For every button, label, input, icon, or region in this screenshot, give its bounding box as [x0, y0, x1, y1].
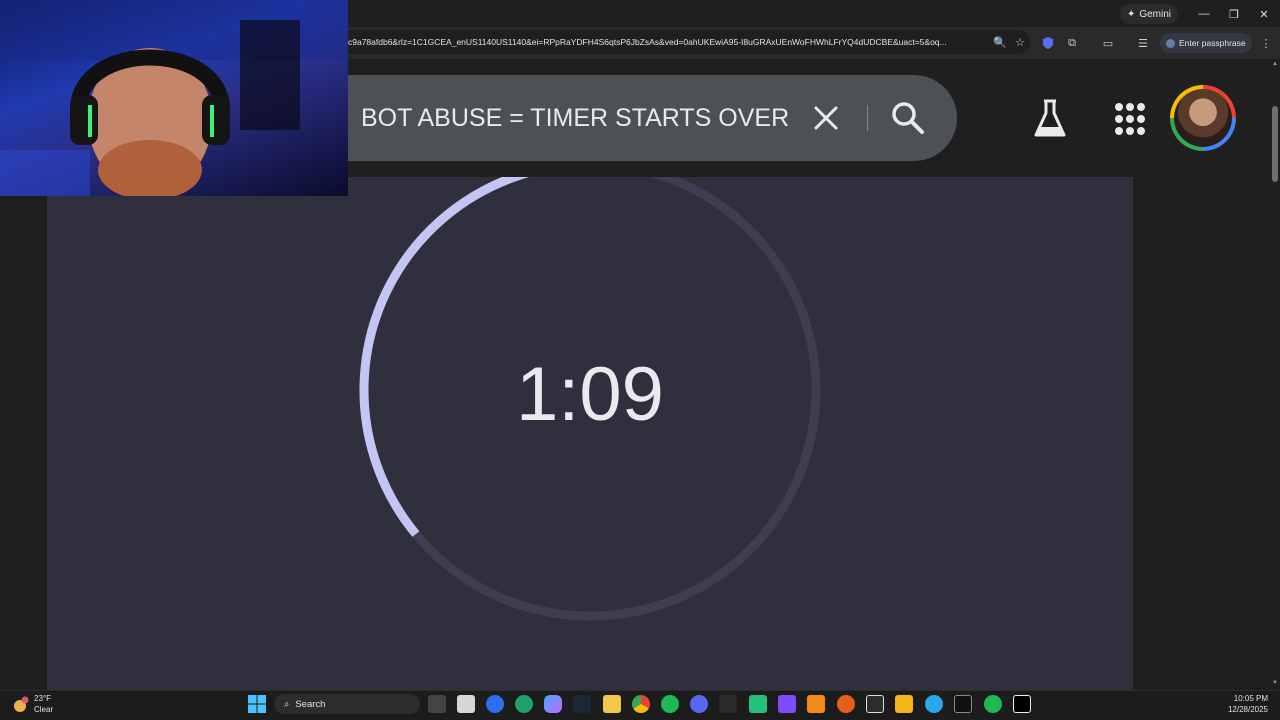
scrollbar-thumb[interactable]	[1272, 106, 1278, 182]
spotify-green-icon[interactable]	[984, 695, 1002, 713]
weather-icon	[14, 696, 29, 712]
weather-widget[interactable]: 23°F Clear	[12, 692, 92, 718]
more-icon[interactable]: ⋮	[1256, 33, 1276, 53]
avatar-image	[1174, 89, 1232, 147]
scroll-down-icon[interactable]: ▼	[1270, 678, 1280, 688]
profile-passphrase-button[interactable]: Enter passphrase	[1160, 33, 1252, 53]
search-icon: ⌕	[284, 698, 290, 710]
steam-icon[interactable]	[573, 695, 591, 713]
labs-icon[interactable]	[1030, 97, 1070, 141]
star-icon[interactable]: ☆	[1010, 36, 1030, 49]
sparkle-icon: ✦	[1126, 8, 1136, 20]
spotify-icon[interactable]	[661, 695, 679, 713]
webcam-feed	[0, 0, 348, 196]
meta-icon[interactable]	[486, 695, 504, 713]
task-view-icon[interactable]	[428, 695, 446, 713]
chrome-icon[interactable]	[632, 695, 650, 713]
store-icon[interactable]	[457, 695, 475, 713]
vlc-icon[interactable]	[807, 695, 825, 713]
close-window-button[interactable]: ✕	[1250, 4, 1278, 24]
rockstar-icon[interactable]	[895, 695, 913, 713]
discord-icon[interactable]	[690, 695, 708, 713]
reading-list-icon[interactable]: ☰	[1133, 33, 1153, 53]
weather-temp: 23°F	[34, 694, 51, 703]
profile-icon	[1166, 38, 1175, 48]
ghub-icon[interactable]	[719, 695, 737, 713]
url-text[interactable]: c9a78afdb6&rlz=1C1GCEA_enUS1140US1140&ei…	[340, 37, 990, 47]
app-purple-icon[interactable]	[778, 695, 796, 713]
minimize-button[interactable]: —	[1190, 4, 1218, 24]
extension-shield-icon[interactable]	[1038, 33, 1058, 53]
search-divider	[867, 105, 868, 131]
timer-widget: 1:09	[359, 177, 821, 621]
app-orange-icon[interactable]	[837, 695, 855, 713]
search-query[interactable]: BOT ABUSE = TIMER STARTS OVER	[361, 75, 789, 161]
timer-display: 1:09	[516, 352, 664, 437]
minimize-icon: —	[1198, 8, 1210, 20]
restore-button[interactable]: ❐	[1220, 4, 1248, 24]
file-explorer-icon[interactable]	[603, 695, 621, 713]
edge-icon[interactable]	[515, 695, 533, 713]
extensions-icon[interactable]: ⧉	[1062, 33, 1082, 53]
capcut-icon[interactable]	[954, 695, 972, 713]
webcam-overlay	[0, 0, 348, 196]
scroll-up-icon[interactable]: ▲	[1270, 59, 1280, 69]
search-box[interactable]: BOT ABUSE = TIMER STARTS OVER	[300, 75, 957, 161]
passphrase-label: Enter passphrase	[1179, 38, 1246, 48]
gemini-button[interactable]: ✦ Gemini	[1120, 4, 1178, 24]
windows-start-icon[interactable]	[247, 694, 267, 714]
copilot-icon[interactable]	[544, 695, 562, 713]
zoom-icon[interactable]: 🔍	[990, 36, 1010, 49]
taskbar-search-label: Search	[295, 698, 326, 710]
search-icon[interactable]	[890, 100, 926, 136]
x-icon[interactable]	[1013, 695, 1031, 713]
clock-date: 12/28/2025	[1227, 705, 1268, 714]
google-apps-icon[interactable]	[1110, 97, 1150, 141]
cast-icon[interactable]: ▭	[1098, 33, 1118, 53]
timer-card: 1:09	[47, 177, 1133, 690]
clear-icon[interactable]	[810, 102, 842, 134]
taskbar-clock[interactable]: 10:05 PM 12/28/2025	[1210, 693, 1268, 715]
epic-games-icon[interactable]	[866, 695, 884, 713]
address-bar[interactable]: c9a78afdb6&rlz=1C1GCEA_enUS1140US1140&ei…	[340, 30, 1030, 54]
taskbar-search[interactable]: ⌕ Search	[274, 694, 420, 714]
account-avatar[interactable]	[1170, 85, 1236, 151]
telegram-icon[interactable]	[925, 695, 943, 713]
weather-condition: Clear	[34, 705, 54, 714]
close-icon: ✕	[1259, 8, 1269, 21]
restore-icon: ❐	[1229, 8, 1239, 21]
gemini-label: Gemini	[1139, 8, 1172, 20]
clock-time: 10:05 PM	[1233, 694, 1268, 703]
app-green-icon[interactable]	[749, 695, 767, 713]
